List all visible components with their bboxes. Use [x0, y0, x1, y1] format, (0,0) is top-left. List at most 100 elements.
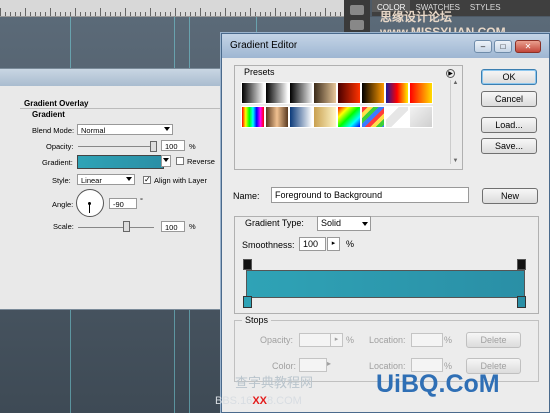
ruler-tick [230, 12, 231, 16]
ruler-tick [60, 12, 61, 16]
preset-swatch[interactable] [313, 82, 337, 104]
preset-swatch[interactable] [313, 106, 337, 128]
ruler-tick [90, 12, 91, 16]
reverse-checkbox[interactable] [176, 157, 184, 165]
preset-swatch[interactable] [241, 82, 265, 104]
ruler-tick [320, 12, 321, 16]
cancel-button[interactable]: Cancel [481, 91, 537, 107]
smoothness-label: Smoothness: [242, 240, 295, 250]
style-select[interactable]: Linear [77, 174, 135, 185]
ruler-tick [5, 12, 6, 16]
preset-swatches [241, 82, 441, 132]
align-label: Align with Layer [154, 176, 207, 185]
ruler-tick [315, 12, 316, 16]
ruler-tick [75, 8, 76, 16]
smoothness-stepper[interactable]: ▸ [327, 237, 340, 251]
panel-icon[interactable] [350, 5, 364, 15]
name-input[interactable]: Foreground to Background [271, 187, 469, 203]
opacity-slider[interactable] [78, 146, 154, 147]
opacity-input[interactable]: 100 [161, 140, 185, 151]
ruler [0, 0, 360, 17]
scale-slider-knob[interactable] [123, 221, 130, 232]
angle-center [88, 202, 91, 205]
stop-opacity-input[interactable] [299, 333, 331, 347]
ruler-tick [235, 12, 236, 16]
ruler-tick [185, 12, 186, 16]
ruler-tick [165, 12, 166, 16]
angle-input[interactable]: -90 [109, 198, 137, 209]
dialog-title: Gradient Editor [230, 40, 298, 51]
preset-swatch[interactable] [337, 106, 361, 128]
stop-color-swatch[interactable] [299, 358, 327, 372]
smoothness-input[interactable]: 100 [299, 237, 326, 251]
layer-style-dialog: Gradient Overlay Gradient Blend Mode: No… [0, 68, 237, 310]
dialog-titlebar [0, 69, 236, 86]
opacity-slider-knob[interactable] [150, 141, 157, 152]
presets-menu-icon[interactable]: ▶ [446, 69, 455, 78]
preset-swatch[interactable] [289, 82, 313, 104]
stops-label: Stops [242, 315, 272, 325]
opacity-stop-left[interactable] [243, 259, 252, 270]
ok-button[interactable]: OK [481, 69, 537, 85]
blend-mode-select[interactable]: Normal [77, 124, 173, 135]
ruler-tick [125, 8, 126, 16]
angle-dial[interactable] [76, 189, 104, 217]
opacity-stop-right[interactable] [517, 259, 526, 270]
stop-opacity-stepper[interactable]: ▸ [330, 333, 343, 347]
close-icon[interactable]: ✕ [515, 40, 541, 53]
ruler-tick [270, 12, 271, 16]
scroll-down-icon[interactable]: ▼ [451, 158, 460, 164]
preset-swatch[interactable] [409, 106, 433, 128]
ruler-tick [325, 8, 326, 16]
ruler-tick [195, 12, 196, 16]
stop-opacity-label: Opacity: [260, 335, 294, 345]
preset-swatch[interactable] [289, 106, 313, 128]
ruler-tick [95, 12, 96, 16]
gradient-type-select[interactable]: Solid [317, 216, 371, 231]
gradient-bar[interactable] [246, 270, 525, 298]
ruler-tick [260, 12, 261, 16]
maximize-icon[interactable]: □ [494, 40, 512, 53]
preset-swatch[interactable] [361, 106, 385, 128]
divider [20, 108, 230, 109]
scroll-up-icon[interactable]: ▲ [451, 80, 460, 86]
gradient-dropdown[interactable] [161, 155, 171, 167]
ruler-tick [220, 12, 221, 16]
gradient-type-label: Gradient Type: [242, 218, 307, 228]
scale-slider[interactable] [78, 227, 154, 228]
ruler-tick [150, 8, 151, 16]
smoothness-unit: % [346, 239, 355, 249]
ruler-tick [215, 12, 216, 16]
scale-input[interactable]: 100 [161, 221, 185, 232]
preset-swatch[interactable] [241, 106, 265, 128]
ruler-tick [40, 12, 41, 16]
style-label: Style: [52, 176, 71, 185]
dialog-titlebar[interactable]: Gradient Editor – □ ✕ [222, 34, 549, 58]
ruler-tick [140, 12, 141, 16]
panel-icon[interactable] [350, 20, 364, 30]
presets-label: Presets [242, 67, 277, 77]
preset-swatch[interactable] [361, 82, 385, 104]
preset-swatch[interactable] [265, 106, 289, 128]
load-button[interactable]: Load... [481, 117, 537, 133]
align-checkbox[interactable]: ✓ [143, 176, 151, 184]
preset-swatch[interactable] [385, 106, 409, 128]
presets-scrollbar[interactable]: ▲ ▼ [450, 80, 460, 164]
preset-swatch[interactable] [409, 82, 433, 104]
preset-swatch[interactable] [385, 82, 409, 104]
color-stop-right[interactable] [517, 296, 526, 308]
stop-opacity-location-input[interactable] [411, 333, 443, 347]
preset-swatch[interactable] [337, 82, 361, 104]
scale-unit: % [189, 222, 196, 231]
preset-swatch[interactable] [265, 82, 289, 104]
gradient-preview[interactable] [77, 155, 164, 169]
minimize-icon[interactable]: – [474, 40, 492, 53]
stop-color-menu-icon[interactable]: ▸ [327, 359, 331, 368]
angle-unit: ° [140, 196, 143, 205]
color-stop-left[interactable] [243, 296, 252, 308]
ruler-tick [170, 12, 171, 16]
new-button[interactable]: New [482, 188, 538, 204]
save-button[interactable]: Save... [481, 138, 537, 154]
delete-opacity-stop-button[interactable]: Delete [466, 332, 521, 348]
ruler-tick [145, 12, 146, 16]
